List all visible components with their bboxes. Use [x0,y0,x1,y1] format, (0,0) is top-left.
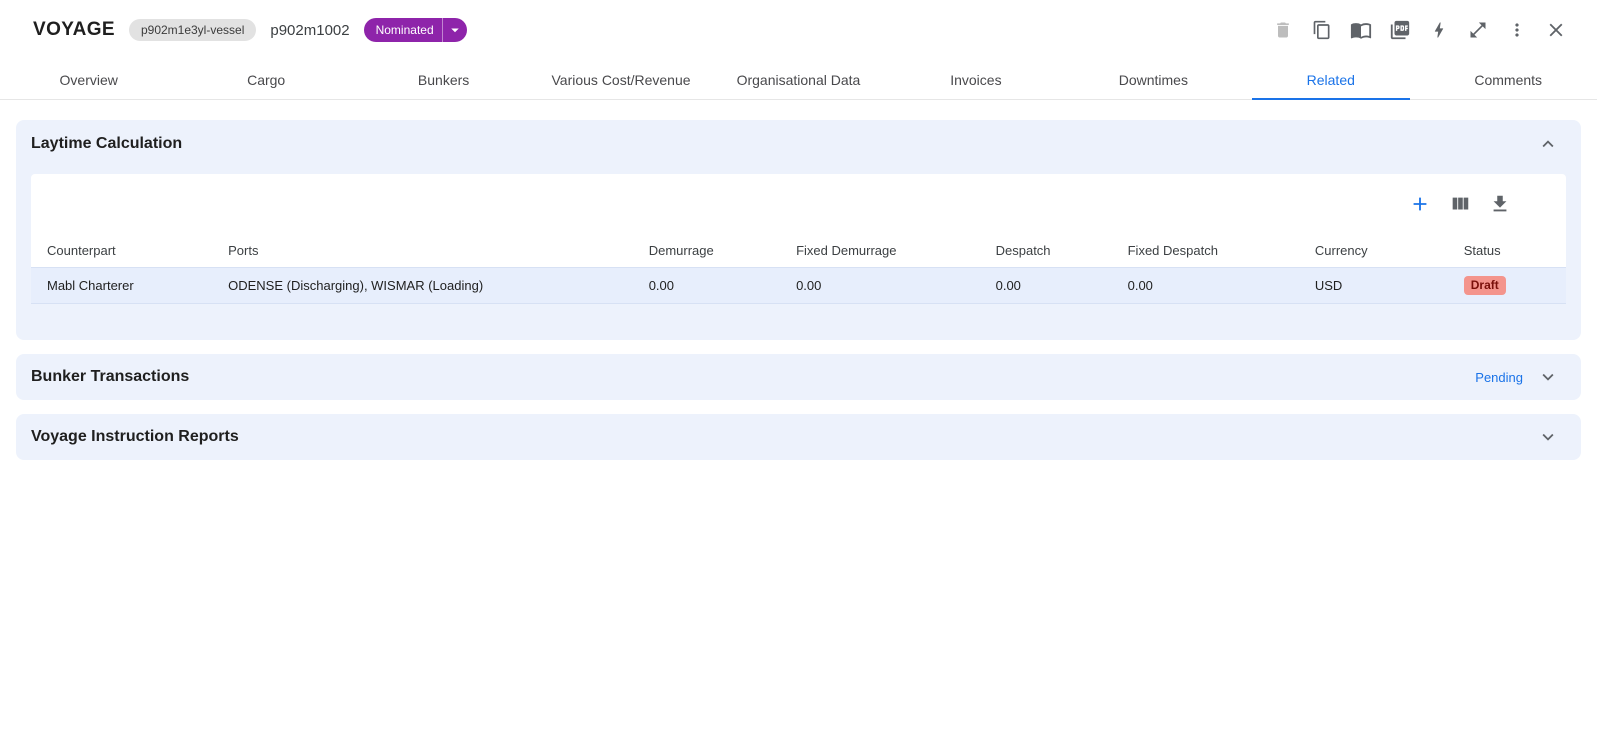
tab-overview[interactable]: Overview [0,60,177,99]
voyage-status-label: Nominated [364,23,442,37]
cell-status: Draft [1448,268,1566,304]
cell-despatch: 0.00 [980,268,1112,304]
section-title: Laytime Calculation [31,135,182,153]
laytime-table-toolbar [31,174,1566,234]
quick-actions-icon[interactable] [1428,19,1450,41]
more-options-icon[interactable] [1506,19,1528,41]
add-row-icon[interactable] [1408,192,1432,216]
column-header-fixed-demurrage: Fixed Demurrage [780,234,980,268]
tab-cargo[interactable]: Cargo [177,60,354,99]
voyage-instruction-reports-panel: Voyage Instruction Reports [16,414,1581,460]
pending-status-label: Pending [1475,370,1523,385]
table-header-row: Counterpart Ports Demurrage Fixed Demurr… [31,234,1566,268]
columns-icon[interactable] [1448,192,1472,216]
tab-organisational-data[interactable]: Organisational Data [710,60,887,99]
section-title: Bunker Transactions [31,368,189,386]
tab-comments[interactable]: Comments [1420,60,1597,99]
log-book-icon[interactable] [1350,19,1372,41]
section-title: Voyage Instruction Reports [31,428,239,446]
cell-demurrage: 0.00 [633,268,780,304]
bunker-transactions-header[interactable]: Bunker Transactions Pending [16,354,1581,400]
chevron-up-icon[interactable] [1537,133,1559,155]
column-header-ports: Ports [212,234,633,268]
tab-related[interactable]: Related [1242,60,1419,99]
chevron-down-icon[interactable] [1537,426,1559,448]
copy-icon[interactable] [1311,19,1333,41]
page-title: VOYAGE [33,19,115,41]
status-badge: Draft [1464,276,1506,295]
close-icon[interactable] [1545,19,1567,41]
header-toolbar [1272,19,1567,41]
caret-down-icon [442,18,467,42]
expand-fullscreen-icon[interactable] [1467,19,1489,41]
voyage-instruction-reports-header[interactable]: Voyage Instruction Reports [16,414,1581,460]
voyage-number: p902m1002 [270,22,349,39]
download-icon[interactable] [1488,192,1512,216]
vessel-chip: p902m1e3yl-vessel [129,19,256,41]
main-content: Laytime Calculation [0,100,1597,460]
pdf-export-icon[interactable] [1389,19,1411,41]
column-header-demurrage: Demurrage [633,234,780,268]
laytime-calculation-panel: Laytime Calculation [16,120,1581,340]
column-header-fixed-despatch: Fixed Despatch [1112,234,1299,268]
window-header: VOYAGE p902m1e3yl-vessel p902m1002 Nomin… [0,0,1597,60]
voyage-status-dropdown[interactable]: Nominated [364,18,467,42]
laytime-table-card: Counterpart Ports Demurrage Fixed Demurr… [31,174,1566,304]
delete-icon[interactable] [1272,19,1294,41]
cell-ports: ODENSE (Discharging), WISMAR (Loading) [212,268,633,304]
laytime-calculation-header[interactable]: Laytime Calculation [16,120,1581,168]
chevron-down-icon[interactable] [1537,366,1559,388]
bunker-transactions-panel: Bunker Transactions Pending [16,354,1581,400]
cell-counterpart: Mabl Charterer [31,268,212,304]
tab-various-cost-revenue[interactable]: Various Cost/Revenue [532,60,709,99]
cell-fixed-demurrage: 0.00 [780,268,980,304]
cell-fixed-despatch: 0.00 [1112,268,1299,304]
tab-bunkers[interactable]: Bunkers [355,60,532,99]
cell-currency: USD [1299,268,1448,304]
column-header-currency: Currency [1299,234,1448,268]
column-header-despatch: Despatch [980,234,1112,268]
column-header-status: Status [1448,234,1566,268]
tab-bar: Overview Cargo Bunkers Various Cost/Reve… [0,60,1597,100]
laytime-table: Counterpart Ports Demurrage Fixed Demurr… [31,234,1566,304]
column-header-counterpart: Counterpart [31,234,212,268]
tab-downtimes[interactable]: Downtimes [1065,60,1242,99]
table-row[interactable]: Mabl Charterer ODENSE (Discharging), WIS… [31,268,1566,304]
tab-invoices[interactable]: Invoices [887,60,1064,99]
